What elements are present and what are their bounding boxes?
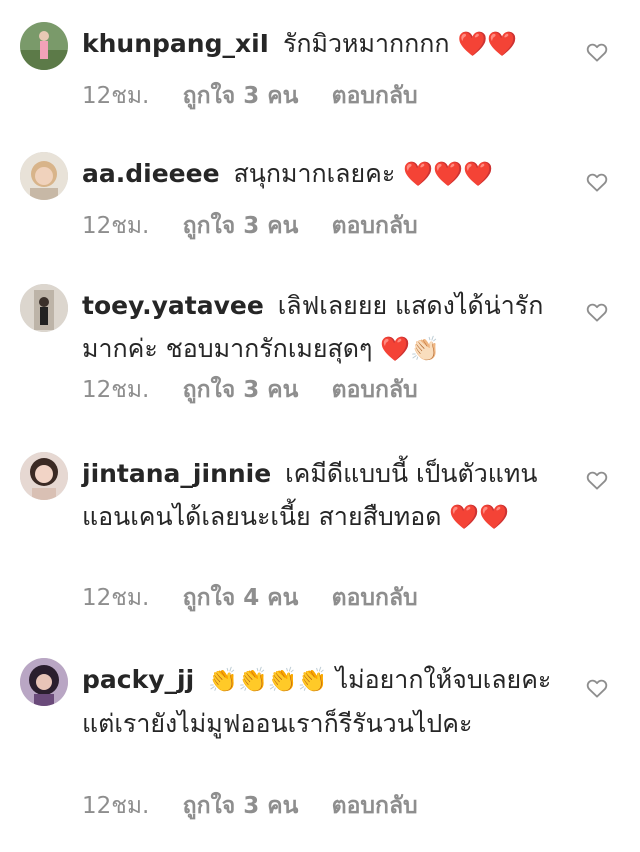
comment-meta: 12ชม. ถูกใจ 3 คน ตอบกลับ bbox=[82, 78, 444, 114]
comment-body: khunpang_xiI รักมิวหมากกกก ❤️❤️ bbox=[82, 22, 562, 66]
comment-time: 12ชม. bbox=[82, 585, 150, 611]
reply-button[interactable]: ตอบกลับ bbox=[332, 213, 418, 239]
comment-emoji: ❤️❤️ bbox=[457, 30, 518, 58]
comment-meta: 12ชม. ถูกใจ 3 คน ตอบกลับ bbox=[82, 208, 444, 244]
reply-button[interactable]: ตอบกลับ bbox=[332, 83, 418, 109]
avatar[interactable] bbox=[20, 452, 68, 500]
comment-likes[interactable]: ถูกใจ 3 คน bbox=[183, 793, 299, 819]
comment-text: รักมิวหมากกกก bbox=[282, 29, 450, 58]
comment-likes[interactable]: ถูกใจ 3 คน bbox=[183, 83, 299, 109]
comment-likes[interactable]: ถูกใจ 3 คน bbox=[183, 213, 299, 239]
comment-likes[interactable]: ถูกใจ 4 คน bbox=[183, 585, 299, 611]
reply-button[interactable]: ตอบกลับ bbox=[332, 585, 418, 611]
comment-text: สนุกมากเลยคะ bbox=[233, 159, 396, 188]
heart-outline-icon[interactable] bbox=[586, 678, 608, 698]
comment-body: jintana_jinnie เคมีดีแบบนี้ เป็นตัวแทน แ… bbox=[82, 452, 562, 539]
comment-time: 12ชม. bbox=[82, 377, 150, 403]
comment-time: 12ชม. bbox=[82, 213, 150, 239]
heart-outline-icon[interactable] bbox=[586, 172, 608, 192]
comment-username[interactable]: aa.dieeee bbox=[82, 159, 220, 188]
comment-meta: 12ชม. ถูกใจ 4 คน ตอบกลับ bbox=[82, 580, 444, 616]
comment-emoji: 👏👏👏👏 bbox=[208, 666, 328, 694]
comment-username[interactable]: khunpang_xiI bbox=[82, 29, 269, 58]
heart-outline-icon[interactable] bbox=[586, 302, 608, 322]
comment-emoji: ❤️👏🏻 bbox=[380, 335, 441, 363]
avatar[interactable] bbox=[20, 22, 68, 70]
comment-body: packy_jj 👏👏👏👏 ไม่อยากให้จบเลยคะ แต่เรายั… bbox=[82, 658, 562, 745]
reply-button[interactable]: ตอบกลับ bbox=[332, 793, 418, 819]
comment-time: 12ชม. bbox=[82, 793, 150, 819]
avatar[interactable] bbox=[20, 658, 68, 706]
avatar[interactable] bbox=[20, 284, 68, 332]
comment-emoji: ❤️❤️❤️ bbox=[403, 160, 493, 188]
comment-list: khunpang_xiI รักมิวหมากกกก ❤️❤️ 12ชม. ถู… bbox=[0, 0, 640, 852]
comment-body: aa.dieeee สนุกมากเลยคะ ❤️❤️❤️ bbox=[82, 152, 562, 196]
reply-button[interactable]: ตอบกลับ bbox=[332, 377, 418, 403]
comment-username[interactable]: packy_jj bbox=[82, 665, 194, 694]
comment-meta: 12ชม. ถูกใจ 3 คน ตอบกลับ bbox=[82, 788, 444, 824]
comment-emoji: ❤️❤️ bbox=[449, 503, 510, 531]
comment-body: toey.yatavee เลิฟเลยยย แสดงได้น่ารักมากค… bbox=[82, 284, 562, 371]
heart-outline-icon[interactable] bbox=[586, 42, 608, 62]
comment-time: 12ชม. bbox=[82, 83, 150, 109]
comment-username[interactable]: jintana_jinnie bbox=[82, 459, 271, 488]
comment-username[interactable]: toey.yatavee bbox=[82, 291, 264, 320]
avatar[interactable] bbox=[20, 152, 68, 200]
heart-outline-icon[interactable] bbox=[586, 470, 608, 490]
comment-meta: 12ชม. ถูกใจ 3 คน ตอบกลับ bbox=[82, 372, 444, 408]
comment-likes[interactable]: ถูกใจ 3 คน bbox=[183, 377, 299, 403]
